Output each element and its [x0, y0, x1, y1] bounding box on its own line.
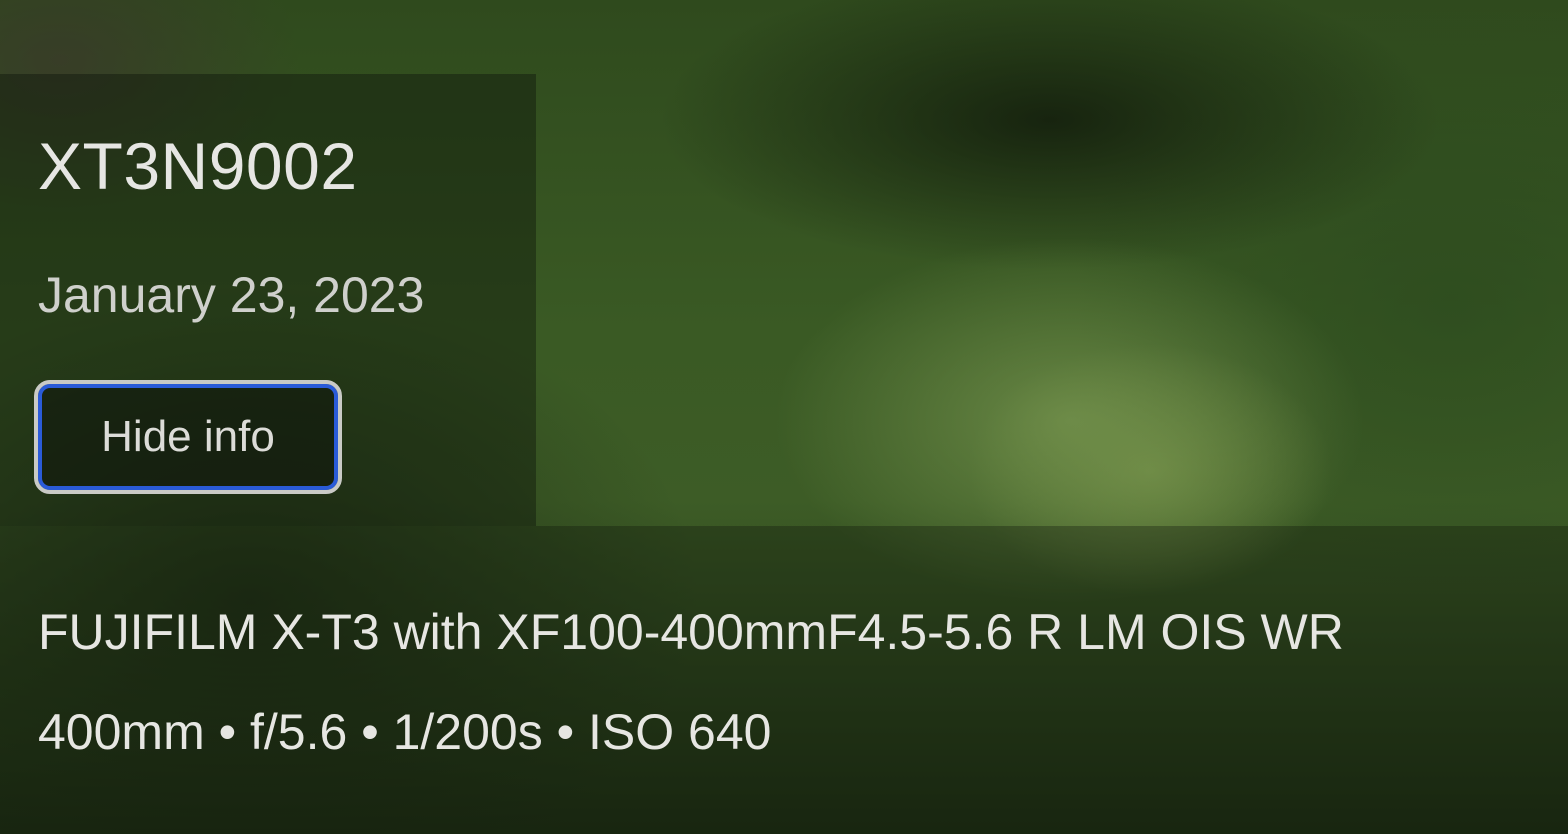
photo-title: XT3N9002: [38, 129, 358, 203]
exposure-info: 400mm • f/5.6 • 1/200s • ISO 640: [38, 704, 772, 760]
hide-info-button[interactable]: Hide info: [34, 380, 342, 494]
photo-metadata-panel: [0, 526, 1568, 834]
camera-lens-info: FUJIFILM X-T3 with XF100-400mmF4.5-5.6 R…: [38, 604, 1344, 660]
photo-date: January 23, 2023: [38, 267, 425, 323]
